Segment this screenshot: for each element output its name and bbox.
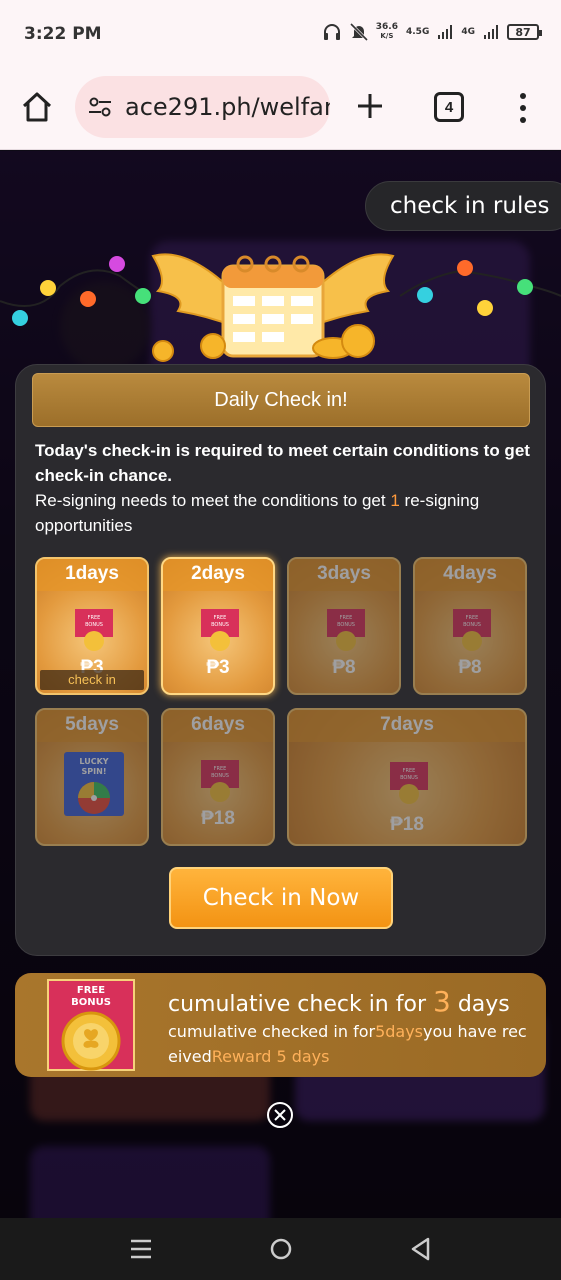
mute-bell-icon [349,22,368,42]
browser-toolbar: ace291.ph/welfare 4 [0,70,561,150]
checked-in-label: check in [40,670,144,690]
signal-icon [438,25,453,39]
daily-check-in-modal: Daily Check in! Today's check-in is requ… [15,364,546,956]
svg-text:BONUS: BONUS [211,773,229,779]
svg-text:FREE: FREE [77,985,105,996]
back-icon[interactable] [408,1236,434,1262]
svg-text:BONUS: BONUS [337,622,355,628]
check-in-now-button[interactable]: Check in Now [169,867,393,929]
battery-icon: 87 [507,24,542,40]
headphones-icon [323,24,340,40]
status-bar: 3:22 PM 36.6 K/S 4.5G 4G 87 [0,0,561,70]
system-nav-bar [0,1218,561,1280]
net-type-2: 4G [461,26,475,37]
modal-title: Daily Check in! [32,373,530,427]
free-bonus-icon: FREEBONUS [201,760,239,802]
day-card-6[interactable]: 6days FREE BONUS ₱18 [161,708,275,846]
free-bonus-badge-icon: FREE BONUS [47,979,135,1071]
svg-text:FREE: FREE [466,615,479,621]
day-card-1[interactable]: 1days FREE BONUS ₱3 check in [35,557,149,695]
day-label: 7days [289,710,525,742]
modal-description: Today's check-in is required to meet cer… [35,438,530,538]
status-time: 3:22 PM [24,24,102,44]
signal-icon-2 [484,25,498,39]
resign-text: Re-signing needs to meet the conditions … [35,491,480,535]
day-amount: ₱3 [206,657,230,678]
day-amount: ₱18 [201,808,235,829]
day-card-7[interactable]: 7days FREE BONUS ₱18 [287,708,527,846]
home-icon[interactable] [20,90,54,124]
lucky-spin-icon: LUCKYSPIN! [64,752,124,816]
svg-text:FREE: FREE [88,615,101,621]
day-amount: ₱8 [332,657,356,678]
svg-text:BONUS: BONUS [463,622,481,628]
overflow-menu-icon[interactable] [518,92,528,124]
svg-text:BONUS: BONUS [400,775,418,781]
net-speed: 36.6 K/S [375,22,398,41]
day-label: 3days [289,559,399,591]
day-label: 4days [415,559,525,591]
home-nav-icon[interactable] [268,1236,294,1262]
free-bonus-icon: FREEBONUS [327,609,365,651]
svg-text:BONUS: BONUS [211,622,229,628]
svg-text:BONUS: BONUS [85,622,103,628]
free-bonus-icon: FREEBONUS [453,609,491,651]
address-bar[interactable]: ace291.ph/welfare [75,76,330,138]
cumulative-title: cumulative check in for 3 days [168,985,510,1018]
day-label: 6days [163,710,273,742]
day-card-3[interactable]: 3days FREE BONUS ₱8 [287,557,401,695]
svg-text:FREE: FREE [403,768,416,774]
free-bonus-icon: FREEBONUS [390,762,428,804]
new-tab-icon[interactable] [354,90,386,122]
cumulative-subtitle: cumulative checked in for5daysyou have r… [168,1022,527,1066]
status-icons: 36.6 K/S 4.5G 4G 87 [322,22,542,42]
cumulative-check-in-card: FREE BONUS cumulative check in for 3 day… [15,973,546,1077]
site-settings-icon[interactable] [87,96,113,118]
svg-text:FREE: FREE [340,615,353,621]
day-label: 5days [37,710,147,742]
svg-text:SPIN!: SPIN! [82,767,107,776]
day-amount: ₱8 [458,657,482,678]
svg-text:LUCKY: LUCKY [79,757,108,766]
day-amount: ₱18 [390,814,424,835]
day-label: 1days [37,559,147,591]
free-bonus-icon: FREEBONUS [201,609,239,651]
url-text[interactable]: ace291.ph/welfare [125,93,330,121]
welfare-page: check in rules Daily Check in! Today's c… [0,151,561,1218]
free-bonus-icon: FREEBONUS [75,609,113,651]
day-card-5[interactable]: 5days LUCKY SPIN! [35,708,149,846]
day-label: 2days [163,559,273,591]
svg-text:FREE: FREE [214,766,227,772]
svg-text:FREE: FREE [214,615,227,621]
svg-text:BONUS: BONUS [71,997,111,1008]
close-icon[interactable] [266,1101,294,1129]
check-in-rules-button[interactable]: check in rules [365,181,561,231]
calendar-wings-icon [151,253,395,362]
tab-switcher-button[interactable]: 4 [434,92,464,122]
net-type-1: 4.5G [406,26,430,37]
day-card-4[interactable]: 4days FREE BONUS ₱8 [413,557,527,695]
recents-icon[interactable] [128,1236,154,1262]
day-card-2[interactable]: 2days FREE BONUS ₱3 [161,557,275,695]
conditions-text: Today's check-in is required to meet cer… [35,441,530,485]
